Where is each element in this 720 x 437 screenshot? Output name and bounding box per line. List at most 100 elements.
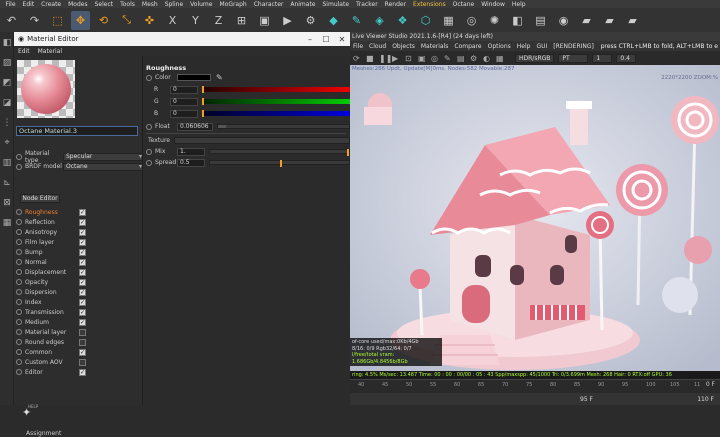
channel-checkbox[interactable]: ✓ <box>79 258 86 266</box>
menu-material[interactable]: Material <box>38 48 62 55</box>
menu-tracker[interactable]: Tracker <box>353 1 382 8</box>
channel-checkbox[interactable]: ✓ <box>79 348 86 356</box>
channel-label[interactable]: Custom AOV <box>25 359 79 366</box>
channel-item[interactable]: Material layer <box>16 327 86 337</box>
channel-item[interactable]: Displacement ✓ <box>16 267 86 277</box>
menu-window[interactable]: Window <box>478 1 509 8</box>
color-space-select[interactable]: HDR/sRGB <box>515 53 555 63</box>
undo-icon[interactable]: ↶ <box>2 11 21 30</box>
animation-dot[interactable] <box>146 123 152 130</box>
viewer-menu-item[interactable]: Objects <box>392 43 415 50</box>
channel-item[interactable]: Roughness ✓ <box>16 207 86 217</box>
channel-checkbox[interactable]: ✓ <box>79 368 86 376</box>
mix-slider[interactable] <box>209 149 350 156</box>
channel-checkbox[interactable]: ✓ <box>79 298 86 306</box>
animation-dot[interactable] <box>16 289 22 295</box>
channel-item[interactable]: Custom AOV <box>16 357 86 367</box>
axis-z-icon[interactable]: Z <box>209 11 228 30</box>
viewer-menu-item[interactable]: Compare <box>454 43 481 50</box>
octane-icon[interactable]: ◉ <box>554 11 573 30</box>
animation-dot[interactable] <box>16 163 22 170</box>
menu-edit[interactable]: Edit <box>18 48 30 55</box>
viewer-menu-item[interactable]: Help <box>517 43 531 50</box>
spread-input[interactable]: 0.5 <box>177 158 205 167</box>
stop-icon[interactable]: ■ <box>366 54 376 63</box>
g-slider-knob[interactable] <box>202 98 204 105</box>
channel-label[interactable]: Anisotropy <box>25 229 79 236</box>
menu-select[interactable]: Select <box>91 1 117 8</box>
menu-file[interactable]: File <box>2 1 19 8</box>
viewer-menu-item[interactable]: GUI <box>536 43 547 50</box>
b-slider-knob[interactable] <box>202 110 204 117</box>
brdf-select[interactable]: Octane <box>63 162 145 171</box>
menu-tools[interactable]: Tools <box>117 1 139 8</box>
num1-field[interactable]: 1 <box>592 53 613 63</box>
animation-dot[interactable] <box>146 159 152 166</box>
transform-icon[interactable]: ✜ <box>140 11 159 30</box>
channel-item[interactable]: Anisotropy ✓ <box>16 227 86 237</box>
animation-dot[interactable] <box>16 249 22 255</box>
channel-label[interactable]: Editor <box>25 369 79 376</box>
model-mode-icon[interactable]: ◧ <box>0 34 14 52</box>
maximize-button[interactable]: ☐ <box>318 35 334 44</box>
spread-slider-knob[interactable] <box>279 160 282 167</box>
channel-item[interactable]: Opacity ✓ <box>16 277 86 287</box>
viewer-menu-item[interactable]: File <box>353 43 363 50</box>
floor-icon[interactable]: ▦ <box>439 11 458 30</box>
channel-item[interactable]: Transmission ✓ <box>16 307 86 317</box>
channel-checkbox[interactable]: ✓ <box>79 268 86 276</box>
channel-label[interactable]: Reflection <box>25 219 79 226</box>
save-icon[interactable]: ▤ <box>457 54 467 63</box>
settings-icon[interactable]: ⚙ <box>470 54 480 63</box>
node-editor-button[interactable]: Node Editor <box>20 194 60 203</box>
menu-help[interactable]: Help <box>508 1 529 8</box>
grid-mode-icon[interactable]: ▦ <box>0 214 14 232</box>
animation-dot[interactable] <box>16 359 22 365</box>
viewer-menu-item[interactable]: Options <box>488 43 511 50</box>
g-slider[interactable] <box>202 98 350 105</box>
viewer-menu-item[interactable]: Cloud <box>369 43 386 50</box>
tag-icon[interactable]: ◧ <box>508 11 527 30</box>
refresh-icon[interactable]: ⟳ <box>353 54 363 63</box>
eyedropper-icon[interactable]: ✎ <box>216 73 223 82</box>
snap-icon[interactable]: ⌖ <box>0 134 14 152</box>
channel-label[interactable]: Bump <box>25 249 79 256</box>
channel-label[interactable]: Transmission <box>25 309 79 316</box>
render-settings-icon[interactable]: ⚙ <box>301 11 320 30</box>
assignment-label[interactable]: Assignment <box>26 430 61 437</box>
polygon-mode-icon[interactable]: ◩ <box>0 74 14 92</box>
channel-item[interactable]: Index ✓ <box>16 297 86 307</box>
menu-spline[interactable]: Spline <box>161 1 186 8</box>
menu-octane[interactable]: Octane <box>449 1 478 8</box>
channel-item[interactable]: Normal ✓ <box>16 257 86 267</box>
b-slider[interactable] <box>202 110 350 117</box>
edge-mode-icon[interactable]: ◪ <box>0 94 14 112</box>
channel-item[interactable]: Bump ✓ <box>16 247 86 257</box>
channel-label[interactable]: Round edges <box>25 339 79 346</box>
rotate-icon[interactable]: ⟲ <box>94 11 113 30</box>
channel-item[interactable]: Film layer ✓ <box>16 237 86 247</box>
pen-icon[interactable]: ✎ <box>347 11 366 30</box>
lock-icon[interactable]: ⊠ <box>0 194 14 212</box>
select-icon[interactable]: ⬚ <box>48 11 67 30</box>
animation-dot[interactable] <box>16 309 22 315</box>
channel-checkbox[interactable]: ✓ <box>79 218 86 226</box>
channel-item[interactable]: Medium ✓ <box>16 317 86 327</box>
material-type-select[interactable]: Specular <box>63 152 145 161</box>
menu-render[interactable]: Render <box>381 1 409 8</box>
axis-y-icon[interactable]: Y <box>186 11 205 30</box>
viewer-menu-item[interactable]: [RENDERING] <box>553 43 594 50</box>
render-region-icon[interactable]: ▣ <box>255 11 274 30</box>
animation-dot[interactable] <box>16 299 22 305</box>
channel-checkbox[interactable]: ✓ <box>79 228 86 236</box>
channel-label[interactable]: Common <box>25 349 79 356</box>
material-preview[interactable] <box>17 60 75 118</box>
animation-dot[interactable] <box>16 339 22 345</box>
r-slider[interactable] <box>202 86 350 93</box>
render-queue-icon[interactable]: ▰ <box>600 11 619 30</box>
texture-mode-icon[interactable]: ▨ <box>0 54 14 72</box>
menu-character[interactable]: Character <box>250 1 287 8</box>
camera-icon[interactable]: ◎ <box>462 11 481 30</box>
lock-view-icon[interactable]: ⊡ <box>405 54 415 63</box>
channel-label[interactable]: Normal <box>25 259 79 266</box>
